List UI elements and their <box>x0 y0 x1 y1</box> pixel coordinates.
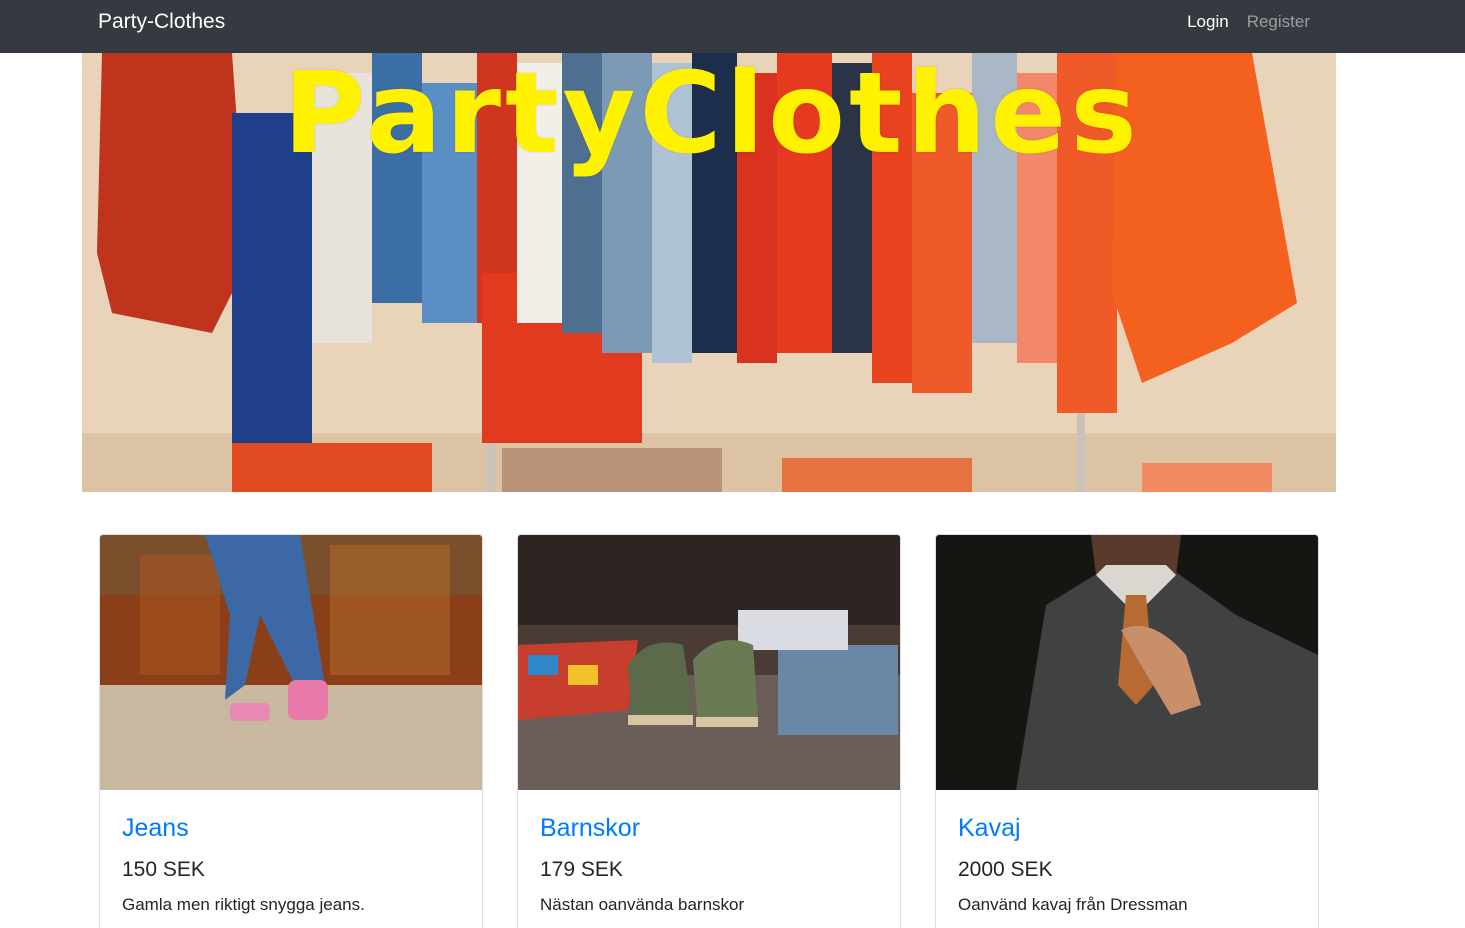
product-title-link[interactable]: Jeans <box>122 813 462 843</box>
nav-links: Login Register <box>1187 12 1310 32</box>
register-link[interactable]: Register <box>1247 12 1310 32</box>
product-description: Nästan oanvända barnskor <box>540 895 745 915</box>
card-body: Barnskor 179 SEK Nästan oanvända barnsko… <box>540 813 880 916</box>
jeans-image <box>100 535 482 790</box>
card-body: Jeans 150 SEK Gamla men riktigt snygga j… <box>122 813 462 916</box>
login-link[interactable]: Login <box>1187 12 1229 32</box>
card-body: Kavaj 2000 SEK Oanvänd kavaj från Dressm… <box>958 813 1298 916</box>
product-card-kavaj[interactable]: Kavaj 2000 SEK Oanvänd kavaj från Dressm… <box>935 534 1319 928</box>
brand-link[interactable]: Party-Clothes <box>98 10 225 34</box>
hero-title: PartyClothes <box>283 53 1141 179</box>
hero-banner: PartyClothes <box>82 53 1336 492</box>
top-navbar: Party-Clothes Login Register <box>0 0 1465 53</box>
product-title-link[interactable]: Kavaj <box>958 813 1298 843</box>
product-price: 150 SEK <box>122 858 205 881</box>
product-card-jeans[interactable]: Jeans 150 SEK Gamla men riktigt snygga j… <box>99 534 483 928</box>
kavaj-image <box>936 535 1318 790</box>
product-title-link[interactable]: Barnskor <box>540 813 880 843</box>
product-card-barnskor[interactable]: Barnskor 179 SEK Nästan oanvända barnsko… <box>517 534 901 928</box>
product-price: 2000 SEK <box>958 858 1053 881</box>
product-description: Oanvänd kavaj från Dressman <box>958 895 1188 915</box>
barnskor-image <box>518 535 900 790</box>
product-price: 179 SEK <box>540 858 623 881</box>
product-description: Gamla men riktigt snygga jeans. <box>122 895 365 915</box>
